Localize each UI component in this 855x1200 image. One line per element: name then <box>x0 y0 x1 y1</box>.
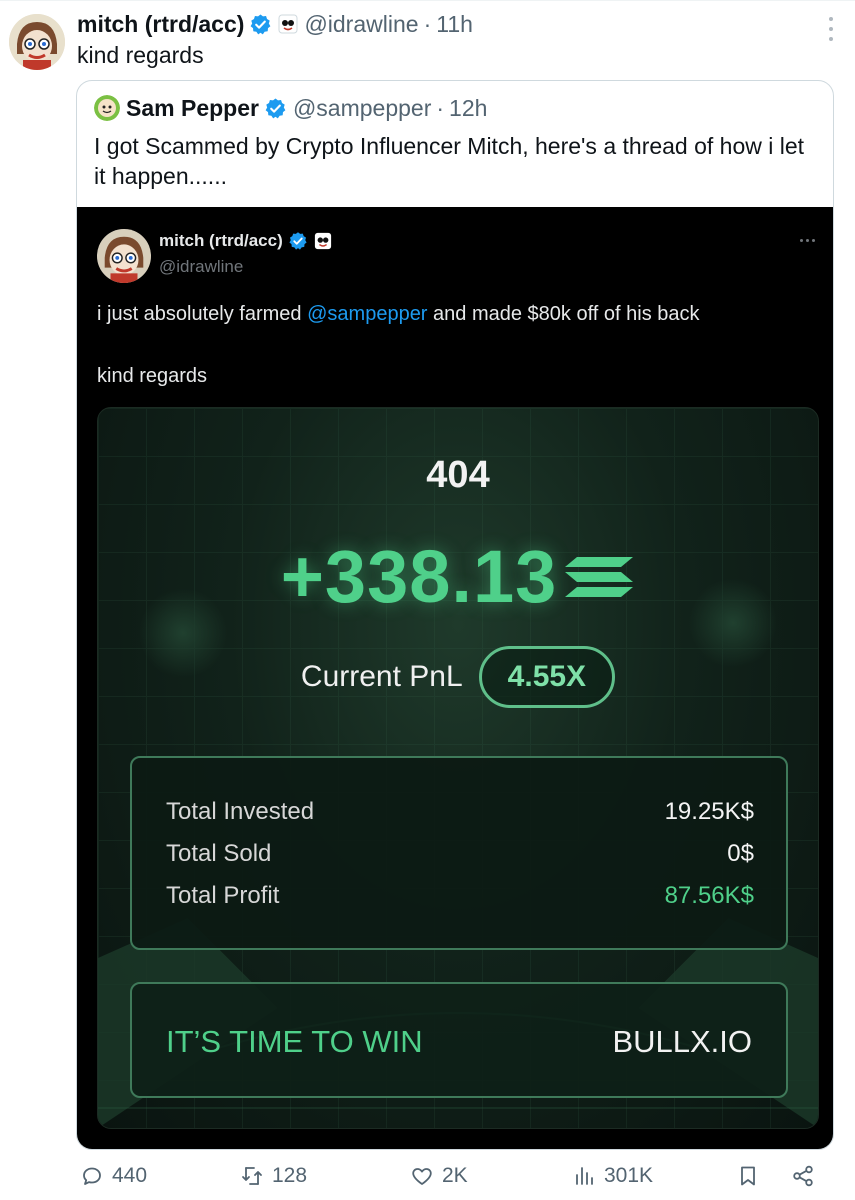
header-separator: · <box>423 10 432 37</box>
stat-value: 19.25K$ <box>664 798 754 825</box>
embedded-tweet-text: i just absolutely farmed @sampepper and … <box>97 303 700 326</box>
author-name[interactable]: mitch (rtrd/acc) <box>77 11 244 38</box>
verified-badge-icon <box>289 232 307 250</box>
tweet-header: mitch (rtrd/acc) @idrawline · 11h <box>77 8 473 40</box>
stat-row: Total Profit 87.56K$ <box>166 882 754 910</box>
quoted-author-avatar[interactable] <box>94 95 120 121</box>
affiliate-badge-icon <box>278 14 298 34</box>
view-count: 301K <box>604 1164 654 1187</box>
pnl-label: Current PnL <box>300 660 463 693</box>
solana-icon <box>565 556 634 597</box>
stat-label: Total Profit <box>166 882 280 909</box>
promo-banner: IT’S TIME TO WIN BULLX.IO <box>130 982 788 1098</box>
quoted-tweet-timestamp[interactable]: 12h <box>449 95 487 122</box>
pnl-value: +338.13 <box>280 535 558 618</box>
quoted-author-name[interactable]: Sam Pepper <box>126 95 259 122</box>
quoted-header-separator: · <box>436 94 445 121</box>
multiplier-badge: 4.55X <box>478 646 616 708</box>
retweet-icon <box>242 1167 262 1185</box>
share-icon <box>793 1165 813 1187</box>
verified-badge-icon <box>251 13 271 34</box>
embedded-text-before: i just absolutely farmed <box>97 303 308 325</box>
reply-icon <box>83 1167 101 1185</box>
stat-value: 0$ <box>727 840 754 867</box>
reply-button[interactable]: 440 <box>80 1162 147 1190</box>
heart-icon <box>412 1168 432 1185</box>
embedded-more-icon <box>800 239 815 242</box>
like-button[interactable]: 2K <box>410 1162 468 1190</box>
reply-count: 440 <box>112 1164 148 1187</box>
bookmark-button[interactable] <box>736 1162 760 1190</box>
top-divider <box>0 0 855 1</box>
quoted-author-handle[interactable]: @sampepper <box>293 95 431 122</box>
embedded-tweet-text-second: kind regards <box>97 365 208 387</box>
quoted-tweet-media[interactable]: mitch (rtrd/acc) @idrawline i just absol… <box>77 207 833 1149</box>
quoted-tweet-text: I got Scammed by Crypto Influencer Mitch… <box>94 133 805 189</box>
bookmark-icon <box>741 1166 755 1186</box>
embedded-mention: @sampepper <box>307 303 428 325</box>
like-count: 2K <box>442 1164 468 1187</box>
embedded-author-name: mitch (rtrd/acc) <box>159 231 283 250</box>
stat-value-profit: 87.56K$ <box>664 882 754 909</box>
pnl-value-row: +338.13 <box>98 534 818 619</box>
banner-slogan: IT’S TIME TO WIN <box>166 1024 423 1059</box>
quoted-tweet[interactable]: Sam Pepper @sampepper · 12h I got Scamme… <box>76 80 834 1150</box>
pnl-label-row: Current PnL 4.55X <box>98 646 818 708</box>
embedded-author-name-row: mitch (rtrd/acc) <box>159 231 332 251</box>
pnl-card: 404 +338.13 Current PnL 4.55X Total Inve… <box>97 407 819 1129</box>
tweet-text: kind regards <box>77 42 204 68</box>
share-button[interactable] <box>791 1162 815 1190</box>
stat-row: Total Sold 0$ <box>166 840 754 868</box>
author-avatar[interactable] <box>9 14 65 70</box>
author-handle[interactable]: @idrawline <box>304 11 418 38</box>
embedded-author-avatar <box>97 229 151 283</box>
retweet-button[interactable]: 128 <box>240 1162 307 1190</box>
views-button[interactable]: 301K <box>572 1162 653 1190</box>
banner-brand: BULLX.IO <box>612 1024 752 1059</box>
stat-row: Total Invested 19.25K$ <box>166 798 754 826</box>
token-name: 404 <box>426 454 490 496</box>
stat-label: Total Sold <box>166 840 272 867</box>
embedded-author-handle: @idrawline <box>159 257 244 276</box>
quoted-tweet-header: Sam Pepper @sampepper · 12h <box>94 93 487 123</box>
more-options-icon[interactable] <box>821 14 841 44</box>
tweet-timestamp[interactable]: 11h <box>436 11 473 38</box>
retweet-count: 128 <box>272 1164 308 1187</box>
views-chart-icon <box>576 1167 593 1185</box>
tweet-action-bar: 440 128 2K 301K <box>0 1150 855 1200</box>
embedded-text-after: and made $80k off of his back <box>427 303 700 325</box>
stats-panel: Total Invested 19.25K$ Total Sold 0$ Tot… <box>130 756 788 950</box>
stat-label: Total Invested <box>166 798 315 825</box>
verified-badge-icon <box>265 97 286 118</box>
affiliate-badge-icon <box>314 232 331 250</box>
